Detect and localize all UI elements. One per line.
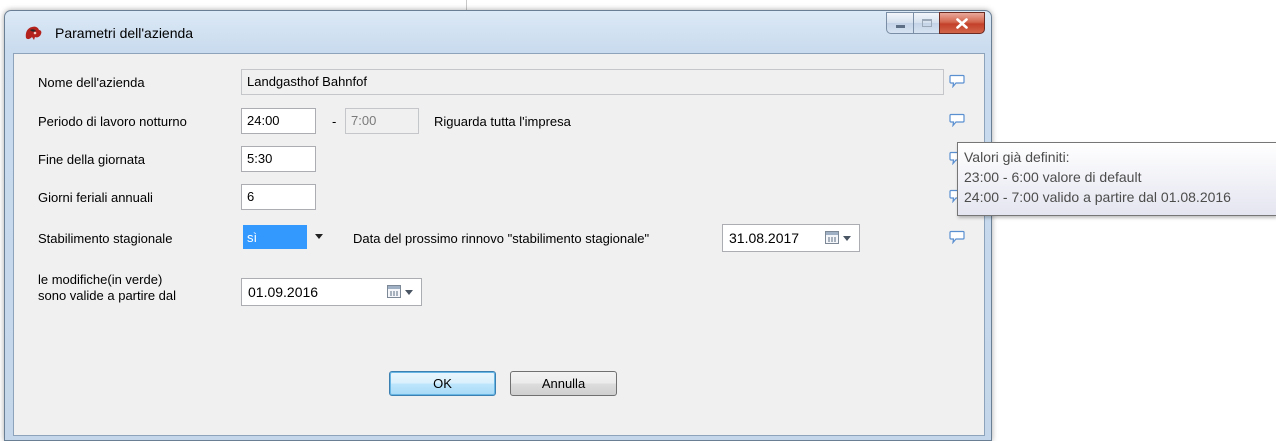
calendar-icon xyxy=(825,231,839,244)
maximize-button[interactable] xyxy=(913,12,939,34)
renewal-date-label: Data del prossimo rinnovo "stabilimento … xyxy=(353,231,650,246)
chevron-down-icon xyxy=(315,234,323,239)
annual-weekdays-label: Giorni feriali annuali xyxy=(38,190,153,205)
predefined-values-tooltip: Valori già definiti: 23:00 - 6:00 valore… xyxy=(957,142,1276,216)
tooltip-line-1: Valori già definiti: xyxy=(964,149,1070,165)
annual-weekdays-field[interactable]: 6 xyxy=(241,184,316,210)
ok-button[interactable]: OK xyxy=(389,371,496,396)
end-of-day-label: Fine della giornata xyxy=(38,152,145,167)
valid-from-date-picker[interactable]: 01.09.2016 xyxy=(241,278,422,306)
dialog-client-area: Nome dell'azienda Landgasthof Bahnfof Pe… xyxy=(13,53,985,436)
end-of-day-field[interactable]: 5:30 xyxy=(241,146,316,172)
night-period-label: Periodo di lavoro notturno xyxy=(38,114,187,129)
night-period-scope-text: Riguarda tutta l'impresa xyxy=(434,114,571,129)
minimize-button[interactable] xyxy=(886,12,913,34)
tooltip-line-2: 23:00 - 6:00 valore di default xyxy=(964,169,1142,185)
dialog-window: Parametri dell'azienda Nome dell'azienda… xyxy=(4,10,992,441)
tooltip-line-3: 24:00 - 7:00 valido a partire dal 01.08.… xyxy=(964,189,1231,205)
renewal-date-picker[interactable]: 31.08.2017 xyxy=(722,224,860,252)
seasonal-label: Stabilimento stagionale xyxy=(38,231,173,246)
minimize-icon xyxy=(895,24,905,28)
window-controls xyxy=(886,12,985,34)
company-name-label: Nome dell'azienda xyxy=(38,75,145,90)
valid-from-date-value: 01.09.2016 xyxy=(248,284,319,300)
calendar-icon xyxy=(387,285,401,298)
lion-emblem-icon xyxy=(25,26,42,40)
close-icon xyxy=(956,17,968,29)
cancel-button[interactable]: Annulla xyxy=(510,371,617,396)
speech-bubble-icon[interactable] xyxy=(949,230,965,244)
close-button[interactable] xyxy=(939,12,985,34)
speech-bubble-icon[interactable] xyxy=(949,113,965,127)
maximize-icon xyxy=(921,19,932,27)
company-name-field[interactable]: Landgasthof Bahnfof xyxy=(241,69,944,95)
window-title: Parametri dell'azienda xyxy=(55,25,194,41)
night-period-separator: - xyxy=(332,114,337,129)
chevron-down-icon xyxy=(405,290,413,295)
title-bar[interactable]: Parametri dell'azienda xyxy=(5,11,991,53)
night-period-to-field: 7:00 xyxy=(345,108,419,134)
valid-from-label-line2: sono valide a partire dal xyxy=(38,288,177,303)
seasonal-dropdown[interactable]: sì xyxy=(243,225,329,249)
valid-from-label-line1: le modifiche(in verde) xyxy=(38,272,163,287)
seasonal-selected-value: sì xyxy=(243,225,307,249)
chevron-down-icon xyxy=(843,236,851,241)
speech-bubble-icon[interactable] xyxy=(949,74,965,88)
renewal-date-value: 31.08.2017 xyxy=(729,230,800,246)
night-period-from-field[interactable]: 24:00 xyxy=(241,108,316,134)
